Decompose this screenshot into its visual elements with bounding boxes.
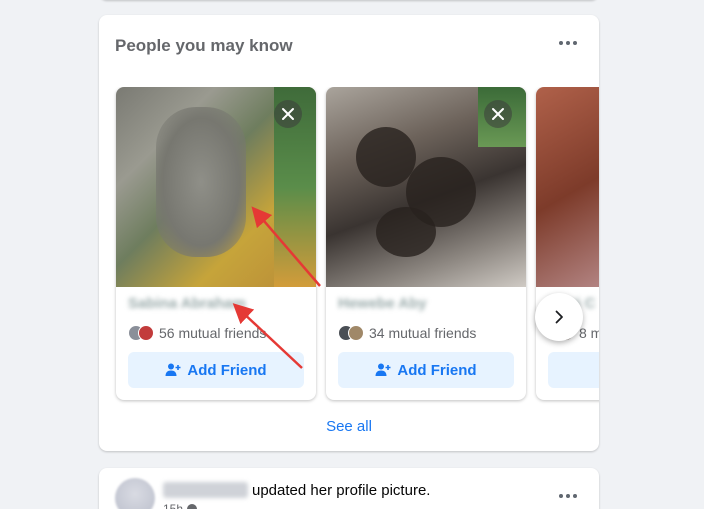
close-icon	[282, 108, 294, 120]
people-you-may-know-card: People you may know Sabina Abraham 56 mu…	[99, 15, 599, 451]
mutual-avatars	[338, 325, 364, 341]
mutual-avatars	[128, 325, 154, 341]
section-title: People you may know	[115, 36, 293, 55]
gear-icon	[187, 504, 198, 509]
dismiss-button[interactable]	[274, 100, 302, 128]
carousel-next-button[interactable]	[535, 293, 583, 341]
add-friend-button[interactable]: Add Friend	[338, 352, 514, 388]
suggestion-card[interactable]: Sabina Abraham 56 mutual friends Add Fri…	[116, 87, 316, 400]
mutual-friends-text: 56 mutual friends	[159, 325, 267, 341]
more-options-button[interactable]	[553, 33, 583, 53]
mutual-friends-text: 8 m	[579, 325, 599, 341]
post-author[interactable]	[163, 482, 248, 498]
dismiss-button[interactable]	[484, 100, 512, 128]
see-all-link[interactable]: See all	[99, 418, 599, 435]
chevron-right-icon	[555, 310, 563, 324]
add-friend-button[interactable]	[548, 352, 599, 388]
suggestion-name[interactable]: Hewebe Aby	[338, 295, 427, 312]
more-horizontal-icon	[559, 494, 563, 498]
mutual-friends[interactable]: 34 mutual friends	[338, 323, 476, 343]
suggestion-card[interactable]: Rani C 8 m	[536, 87, 599, 400]
add-friend-label: Add Friend	[187, 361, 267, 379]
more-horizontal-icon	[559, 41, 563, 45]
suggestion-card[interactable]: Hewebe Aby 34 mutual friends Add Friend	[326, 87, 526, 400]
add-friend-icon	[165, 363, 181, 376]
add-friend-button[interactable]: Add Friend	[128, 352, 304, 388]
mutual-friends-text: 34 mutual friends	[369, 325, 477, 341]
post-action-text: updated her profile picture.	[252, 482, 431, 499]
profile-photo[interactable]	[536, 87, 599, 287]
add-friend-icon	[375, 363, 391, 376]
suggestion-name[interactable]: Sabina Abraham	[128, 295, 246, 312]
suggestions-carousel: Sabina Abraham 56 mutual friends Add Fri…	[99, 87, 599, 405]
mutual-friends[interactable]: 56 mutual friends	[128, 323, 266, 343]
post-more-options-button[interactable]	[553, 486, 583, 506]
close-icon	[492, 108, 504, 120]
post-timestamp[interactable]: 15h	[163, 502, 198, 509]
author-avatar[interactable]	[115, 478, 155, 509]
feed-post: updated her profile picture. 15h	[99, 468, 599, 509]
add-friend-label: Add Friend	[397, 361, 477, 379]
